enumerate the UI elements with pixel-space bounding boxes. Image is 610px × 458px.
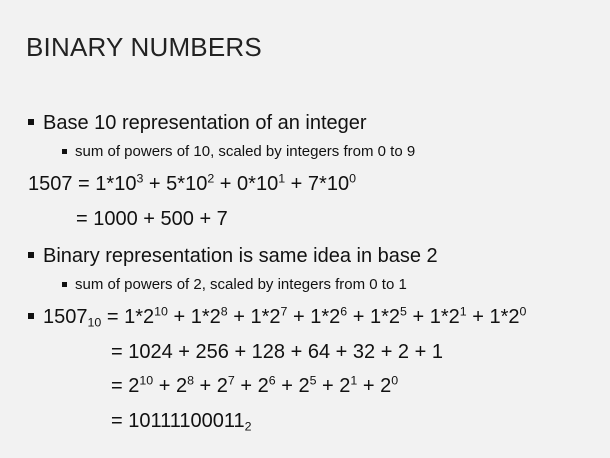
term-exponent: 0 [391,373,399,388]
term-exponent: 5 [309,373,317,388]
eq-binary-terms: 1*210 + 1*28 + 1*27 + 1*26 + 1*25 + 1*21… [124,304,527,328]
term-base: 2 [508,306,520,328]
power-term: 210 [128,373,154,397]
term-exponent: 0 [349,171,356,186]
term-exponent: 8 [187,373,194,388]
eq-binary-line1: 150710 = 1*210 + 1*28 + 1*27 + 1*26 + 1*… [28,304,527,330]
term-coefficient: 1 [310,306,322,328]
term-coefficient: 0 [237,173,249,195]
term-base: 2 [216,375,228,397]
term-base: 2 [329,306,341,328]
power-term: 5*102 [166,171,215,195]
term-exponent: 6 [268,373,276,388]
term-base: 2 [388,306,401,328]
sub-bullet-binary-text: sum of powers of 2, scaled by integers f… [75,276,407,293]
power-term: 25 [298,373,317,397]
eq-decimal-line2: = 1000 + 500 + 7 [76,208,228,230]
term-exponent: 1 [459,304,467,319]
term-base: 10 [185,173,208,195]
term-exponent: 1 [350,373,358,388]
bullet-marker [28,312,34,319]
term-base: 2 [380,375,392,397]
term-base: 2 [175,375,188,397]
eq-binary-line3: = 210 + 28 + 27 + 26 + 25 + 21 + 20 [111,373,399,397]
term-exponent: 2 [207,171,215,186]
term-exponent: 7 [227,373,235,388]
bullet-marker [62,281,67,287]
power-term: 20 [380,373,399,397]
power-term: 1*26 [310,304,348,328]
sub-bullet-base10: sum of powers of 10, scaled by integers … [62,143,415,160]
bullet-binary: Binary representation is same idea in ba… [28,245,438,268]
term-exponent: 8 [220,304,228,319]
bullet-binary-text: Binary representation is same idea in ba… [43,245,438,267]
term-base: 2 [257,375,269,397]
term-base: 2 [209,306,221,328]
power-term: 1*103 [95,171,144,195]
term-exponent: 10 [139,373,154,388]
term-exponent: 10 [154,304,168,319]
term-coefficient: 1 [190,306,202,328]
sub-bullet-base10-text: sum of powers of 10, scaled by integers … [75,143,416,160]
term-exponent: 6 [340,304,348,319]
eq-binary-lhs-base: 10 [87,315,102,330]
term-base: 10 [114,173,137,195]
power-term: 26 [257,373,276,397]
power-term: 1*28 [190,304,228,328]
term-coefficient: 1 [95,173,107,195]
term-base: 2 [339,375,351,397]
term-coefficient: 1 [429,306,441,328]
bullet-marker [28,251,34,258]
slide-title: BINARY NUMBERS [26,32,262,62]
term-exponent: 0 [519,304,527,319]
sub-bullet-binary: sum of powers of 2, scaled by integers f… [62,276,407,293]
eq-decimal-terms: 1*103 + 5*102 + 0*101 + 7*100 [95,171,356,195]
power-term: 1*25 [369,304,407,328]
term-base: 2 [128,375,140,397]
eq-decimal-lhs: 1507 [28,173,73,195]
eq-binary-powers: 210 + 28 + 27 + 26 + 25 + 21 + 20 [128,373,399,397]
term-coefficient: 1 [369,306,382,328]
power-term: 0*101 [237,171,286,195]
term-exponent: 5 [400,304,407,319]
slide: BINARY NUMBERS Base 10 representation of… [0,0,610,458]
bullet-marker [28,118,34,125]
bullet-base10-text: Base 10 representation of an integer [43,112,367,134]
eq-binary-result: = 101111000112 [111,410,252,434]
power-term: 27 [216,373,235,397]
eq-binary-result-value: 10111100011 [128,410,245,432]
term-base: 10 [255,173,279,195]
bullet-marker [62,148,67,154]
term-coefficient: 1 [489,306,501,328]
power-term: 21 [339,373,358,397]
eq-decimal-line1: 1507 = 1*103 + 5*102 + 0*101 + 7*100 [28,171,356,195]
term-base: 2 [298,375,310,397]
term-base: 2 [448,306,460,328]
eq-binary-result-base: 2 [244,419,252,434]
power-term: 1*27 [250,304,288,328]
term-coefficient: 5 [166,173,178,195]
eq-binary-lhs: 1507 [43,306,88,328]
term-base: 2 [143,306,155,328]
term-coefficient: 1 [124,306,136,328]
term-base: 2 [269,306,281,328]
eq-binary-line2: = 1024 + 256 + 128 + 64 + 32 + 2 + 1 [111,341,443,363]
term-exponent: 3 [136,171,144,186]
term-base: 10 [326,173,350,195]
term-coefficient: 1 [250,306,262,328]
term-coefficient: 7 [307,173,320,195]
power-term: 28 [175,373,194,397]
term-exponent: 1 [278,171,286,186]
power-term: 1*20 [489,304,527,328]
bullet-base10: Base 10 representation of an integer [28,112,367,135]
power-term: 1*210 [124,304,168,328]
power-term: 1*21 [429,304,467,328]
power-term: 7*100 [307,171,356,195]
term-exponent: 7 [280,304,288,319]
